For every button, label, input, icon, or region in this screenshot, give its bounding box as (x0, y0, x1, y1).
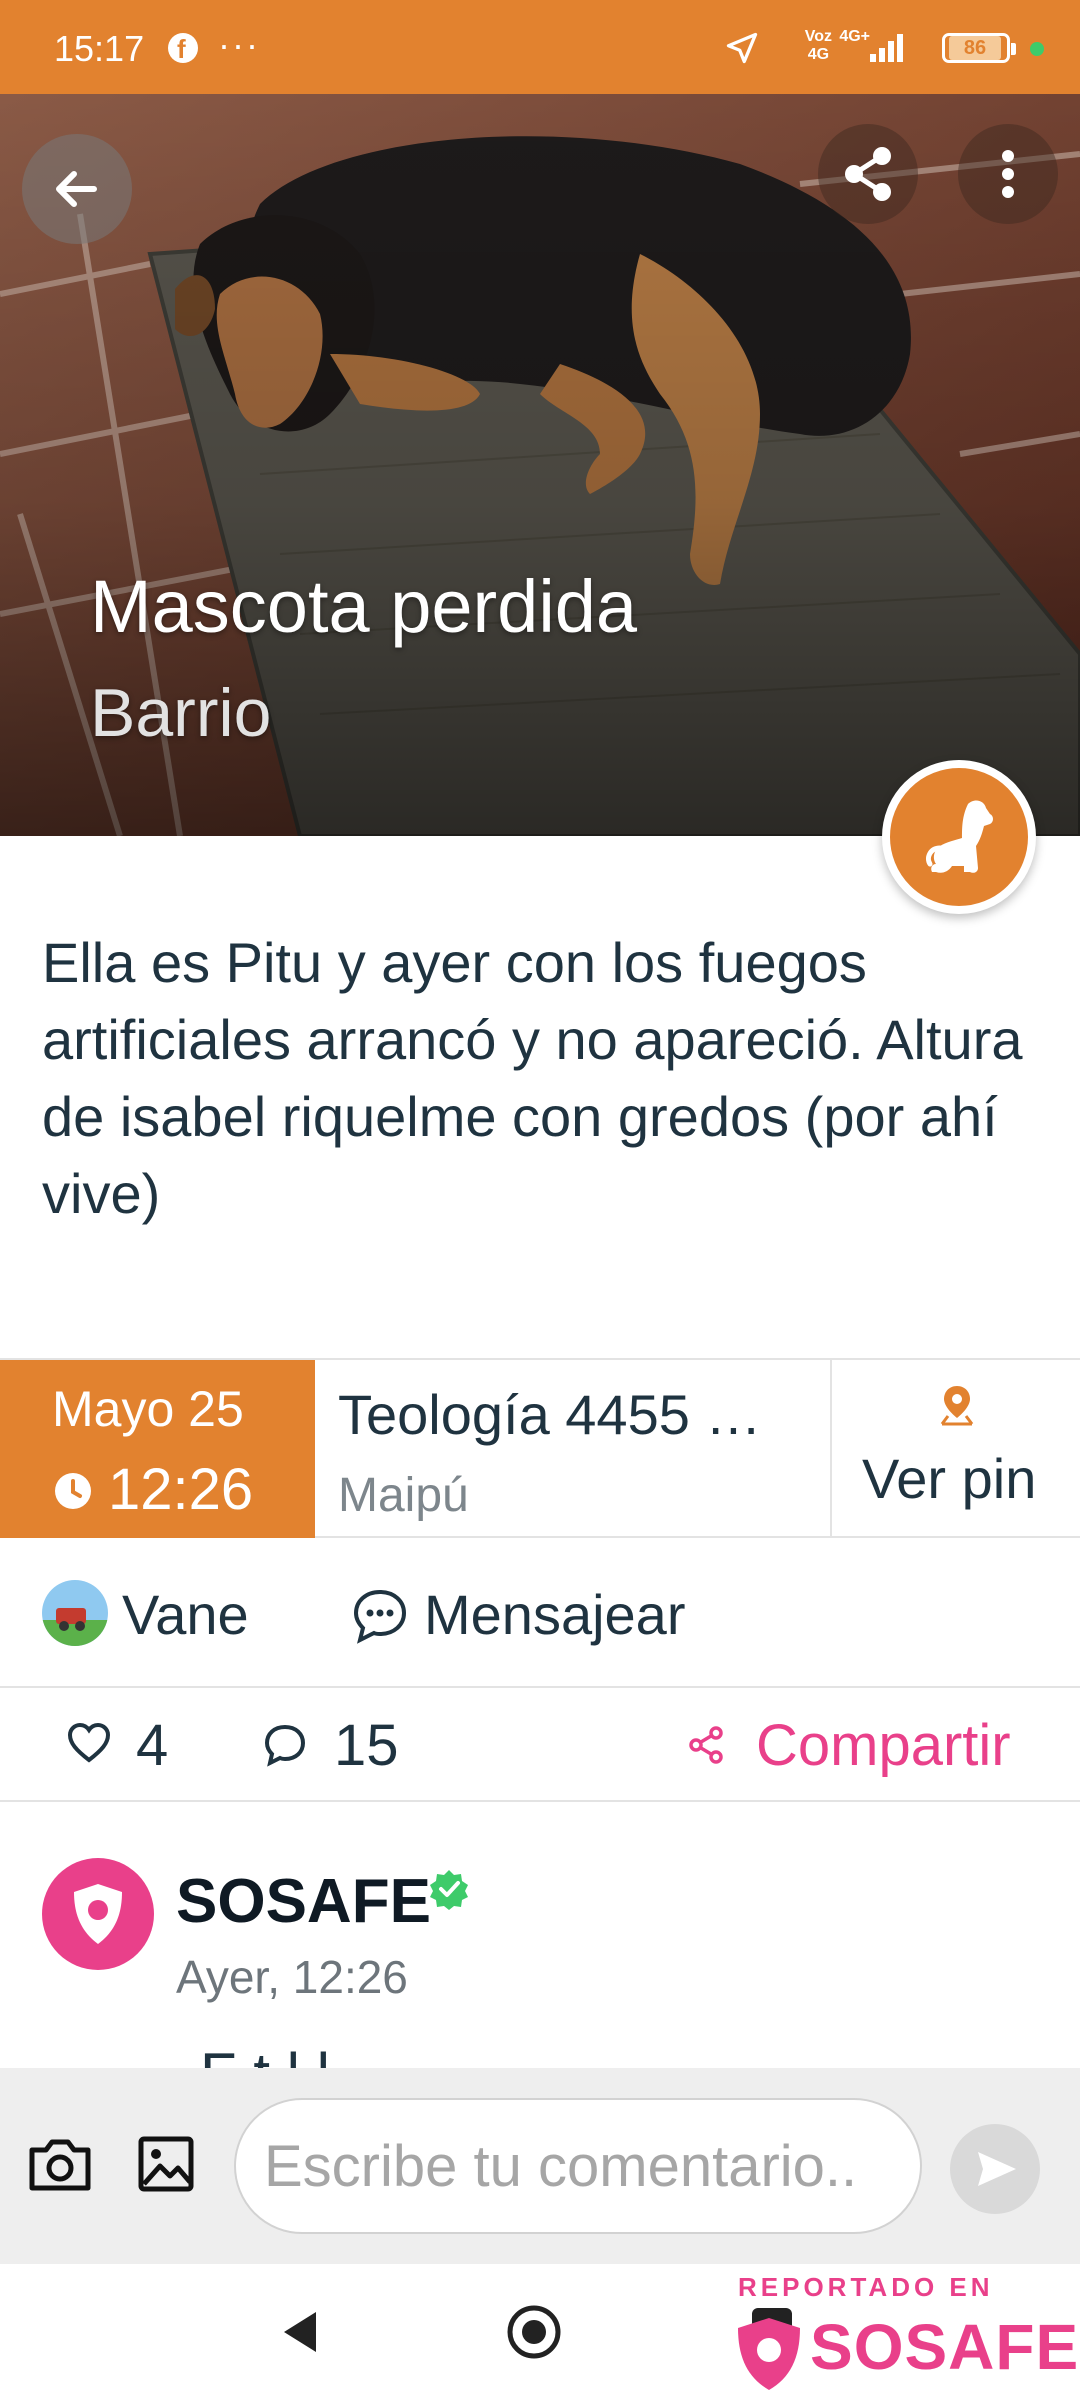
nav-home-icon[interactable] (506, 2304, 562, 2360)
volte-indicator: Voz 4G (804, 28, 832, 63)
arrow-left-icon (56, 171, 97, 207)
author-name[interactable]: Vane (122, 1582, 249, 1647)
sosafe-logo-icon (74, 1884, 122, 1944)
report-time: 12:26 (108, 1457, 254, 1522)
map-pin-icon (940, 1386, 974, 1426)
author-avatar[interactable] (42, 1580, 108, 1646)
privacy-indicator-dot (1030, 42, 1044, 56)
system-navigation-bar: REPORTADO EN SOSAFE (0, 2264, 1080, 2400)
clock-icon (55, 1473, 91, 1509)
share-button-label[interactable]: Compartir (756, 1712, 1011, 1779)
facebook-notification-icon: f (168, 33, 198, 64)
kebab-menu-icon (1002, 150, 1014, 198)
status-time: 15:17 (54, 28, 145, 69)
comment-composer (0, 2068, 1080, 2264)
status-bar: 15:17 f ··· Voz 4G 4G+ 86 (0, 0, 1080, 94)
gallery-image-icon[interactable] (136, 2134, 196, 2194)
chat-bubble-icon[interactable] (350, 1586, 410, 1646)
verified-badge-icon (430, 1870, 468, 1910)
stats-row: 4 15 Compartir (0, 1690, 1080, 1802)
comment-author-name[interactable]: SOSAFE (176, 1866, 431, 1937)
message-button[interactable]: Mensajear (424, 1582, 685, 1647)
comment-time: Ayer, 12:26 (176, 1951, 408, 2003)
heart-icon[interactable] (66, 1720, 112, 1766)
date-cell: Mayo 25 12:26 (0, 1360, 315, 1538)
report-type-title: Mascota perdida (90, 565, 638, 648)
nav-back-icon[interactable] (280, 2308, 320, 2356)
lte-indicator: 4G+ (839, 28, 870, 45)
location-arrow-icon (726, 32, 758, 64)
commune-text: Maipú (338, 1469, 469, 1522)
more-options-button[interactable] (958, 124, 1058, 224)
comment-input[interactable] (234, 2098, 922, 2234)
more-notifications-icon: ··· (218, 24, 260, 65)
send-button[interactable] (950, 2124, 1040, 2214)
comments-count: 15 (334, 1713, 399, 1778)
view-pin-label: Ver pin (862, 1447, 1037, 1510)
comment-author-avatar[interactable] (42, 1858, 154, 1970)
category-badge (882, 760, 1036, 914)
report-description: Ella es Pitu y ayer con los fuegos artif… (42, 931, 1023, 1225)
comment-icon[interactable] (262, 1722, 308, 1768)
author-row: Vane Mensajear (0, 1540, 1080, 1688)
signal-icon (870, 34, 903, 62)
likes-count: 4 (136, 1713, 169, 1778)
battery-icon: 86 (942, 33, 1016, 63)
view-pin-button[interactable]: Ver pin (834, 1360, 1080, 1538)
watermark-label: REPORTADO EN (738, 2272, 994, 2302)
address-text: Teología 4455 … (338, 1383, 762, 1446)
back-button[interactable] (22, 134, 132, 244)
share-button[interactable] (818, 124, 918, 224)
send-icon (978, 2152, 1016, 2186)
dog-icon (925, 800, 993, 873)
battery-level: 86 (949, 36, 1001, 60)
sosafe-shield-icon (738, 2318, 800, 2390)
hero-image: Mascota perdida Barrio (0, 94, 1080, 836)
address-cell[interactable]: Teología 4455 … Maipú (316, 1360, 832, 1538)
watermark-brand: SOSAFE (810, 2311, 1080, 2383)
avatar-image (42, 1580, 108, 1646)
share-icon (845, 147, 891, 201)
report-info-row: Mayo 25 12:26 Teología 4455 … Maipú Ver … (0, 1358, 1080, 1538)
camera-icon[interactable] (26, 2134, 94, 2194)
report-date: Mayo 25 (52, 1381, 244, 1437)
share-icon[interactable] (686, 1724, 728, 1766)
report-scope-subtitle: Barrio (90, 675, 272, 751)
